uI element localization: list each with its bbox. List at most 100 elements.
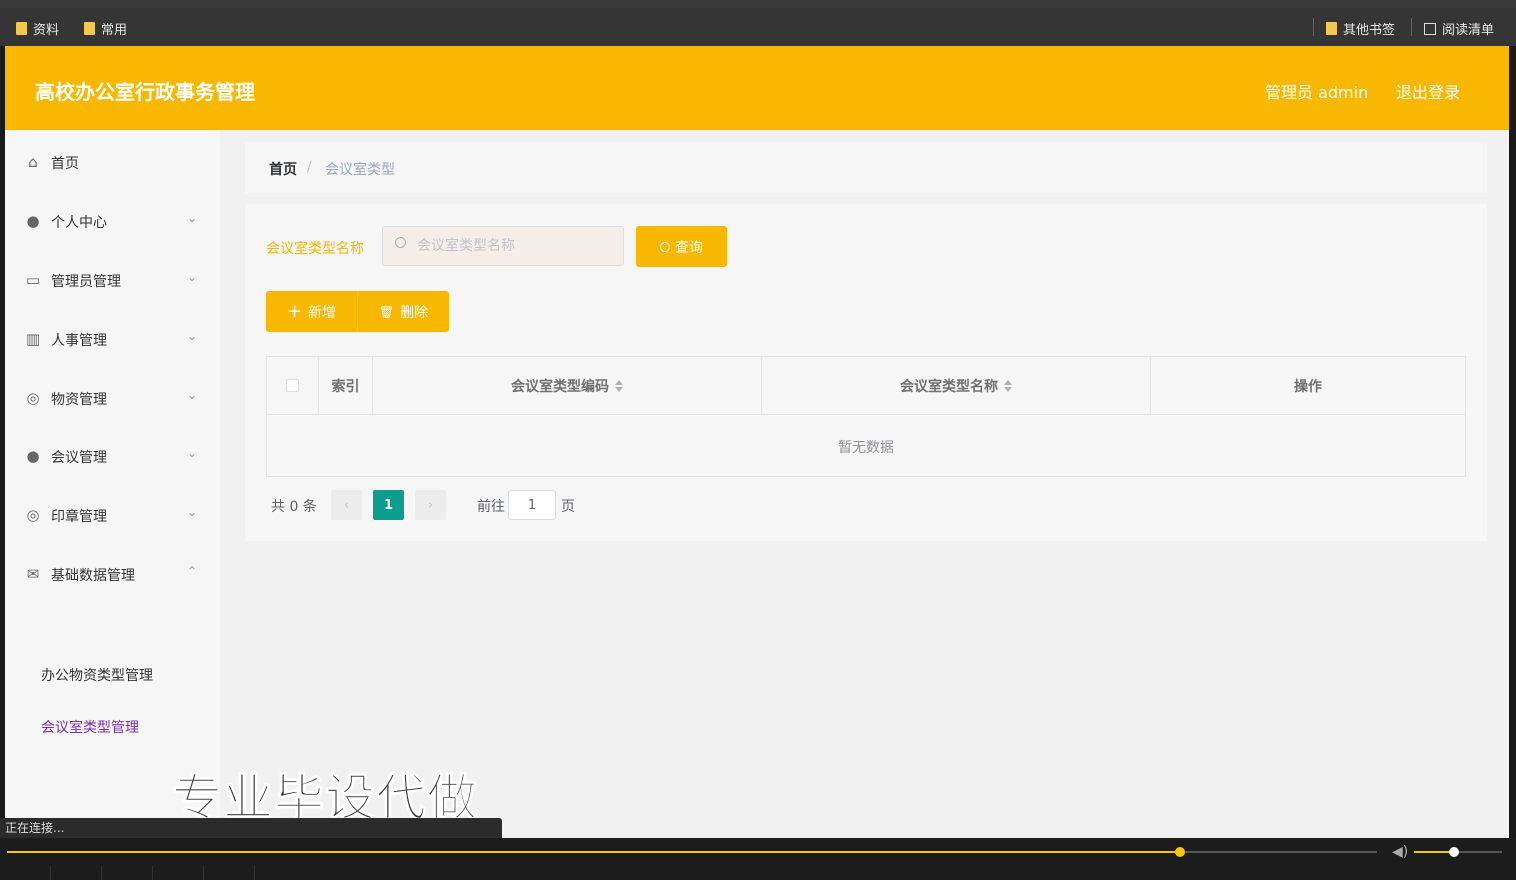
column-header-index: 索引 — [319, 357, 373, 414]
admin-label: 管理员 admin — [1265, 83, 1369, 102]
breadcrumb: 首页 / 会议室类型 — [245, 142, 1487, 193]
user-icon: ● — [26, 212, 40, 230]
trash-icon: 🗑 — [378, 304, 395, 319]
divider — [1411, 18, 1412, 36]
divider — [203, 866, 204, 880]
data-table: 索引 会议室类型编码 会议室类型名称 操作 暂无数据 — [266, 356, 1466, 477]
column-header-label: 会议室类型编码 — [511, 378, 609, 395]
other-bookmarks-label: 其他书签 — [1343, 23, 1396, 38]
breadcrumb-separator: / — [307, 159, 312, 175]
sidebar-item-label: 基础数据管理 — [51, 568, 135, 584]
goto-page-input[interactable] — [508, 490, 556, 520]
sidebar-item-hr-management[interactable]: ▥ 人事管理 ⌄ — [5, 319, 220, 359]
app-title: 高校办公室行政事务管理 — [35, 80, 255, 104]
column-header-label: 操作 — [1294, 378, 1322, 395]
prev-page-button[interactable]: ‹ — [331, 490, 362, 520]
logout-link[interactable]: 退出登录 — [1396, 79, 1460, 103]
volume-handle[interactable] — [1448, 847, 1459, 857]
search-icon — [395, 237, 406, 248]
search-label: 会议室类型名称 — [266, 241, 364, 257]
reading-list-icon — [1424, 22, 1436, 35]
query-button-label: 查询 — [675, 239, 703, 256]
search-icon — [660, 241, 670, 252]
reading-list-label: 阅读清单 — [1442, 23, 1495, 38]
chevron-down-icon: ⌄ — [187, 270, 198, 284]
column-header-code[interactable]: 会议室类型编码 — [373, 357, 762, 414]
empty-state-text: 暂无数据 — [838, 440, 894, 456]
sidebar-item-label: 人事管理 — [51, 333, 107, 349]
select-all-checkbox[interactable] — [286, 379, 299, 392]
divider — [101, 866, 102, 880]
progress-fill — [7, 851, 1180, 853]
delete-button-label: 删除 — [400, 304, 429, 321]
sidebar-item-meeting-management[interactable]: ● 会议管理 ⌄ — [5, 436, 220, 476]
breadcrumb-home[interactable]: 首页 — [269, 159, 297, 179]
page-unit-label: 页 — [561, 499, 575, 515]
progress-bar[interactable] — [7, 847, 1377, 857]
column-header-name[interactable]: 会议室类型名称 — [762, 357, 1151, 414]
bookmark-label: 资料 — [33, 23, 60, 38]
bookmark-label: 常用 — [101, 23, 128, 38]
goto-label: 前往 — [477, 499, 505, 515]
other-bookmarks[interactable]: 其他书签 — [1326, 19, 1395, 38]
breadcrumb-current: 会议室类型 — [325, 162, 395, 178]
volume-fill — [1414, 851, 1454, 853]
column-header-label: 索引 — [331, 378, 360, 395]
volume-slider[interactable] — [1414, 847, 1502, 857]
search-field[interactable] — [382, 226, 624, 266]
chevron-down-icon: ⌄ — [187, 505, 198, 519]
chevron-right-icon: › — [427, 497, 434, 513]
bookmark-folder[interactable]: 常用 — [84, 19, 127, 38]
sidebar-item-admin-management[interactable]: ▭ 管理员管理 ⌄ — [5, 260, 220, 300]
delete-button[interactable]: 🗑 删除 — [357, 291, 449, 332]
sidebar: ⌂ 首页 ● 个人中心 ⌄ ▭ 管理员管理 ⌄ ▥ 人事管理 ⌄ ◎ 物资管理 … — [5, 130, 220, 838]
folder-icon — [84, 22, 95, 35]
chevron-down-icon: ⌄ — [187, 211, 198, 225]
query-button[interactable]: 查询 — [636, 226, 727, 267]
next-page-button[interactable]: › — [415, 490, 446, 520]
main-content: 会议室类型名称 查询 + 新增 🗑 删除 索引 会议室类型编码 — [245, 204, 1487, 541]
page-number-button[interactable]: 1 — [373, 490, 404, 520]
books-icon: ▥ — [25, 330, 41, 348]
top-header: 高校办公室行政事务管理 管理员 admin 退出登录 — [5, 46, 1509, 130]
divider — [50, 866, 51, 880]
sidebar-item-label: 管理员管理 — [51, 274, 121, 290]
divider — [1313, 18, 1314, 36]
bookmark-folder[interactable]: 资料 — [16, 19, 59, 38]
gauge-icon: ◎ — [26, 506, 40, 524]
column-header-label: 会议室类型名称 — [900, 378, 998, 395]
search-input[interactable] — [413, 233, 621, 259]
sort-icon[interactable] — [1004, 379, 1012, 392]
reading-list[interactable]: 阅读清单 — [1424, 19, 1494, 38]
home-icon: ⌂ — [28, 153, 38, 171]
total-count: 共 0 条 — [271, 499, 317, 515]
sidebar-item-basic-data-management[interactable]: ✉ 基础数据管理 ⌃ — [5, 554, 220, 594]
chevron-left-icon: ‹ — [343, 497, 350, 513]
progress-handle[interactable] — [1174, 847, 1185, 857]
sidebar-item-seal-management[interactable]: ◎ 印章管理 ⌄ — [5, 495, 220, 535]
chevron-down-icon: ⌄ — [187, 388, 198, 402]
chevron-down-icon: ⌄ — [187, 329, 198, 343]
column-header-actions: 操作 — [1151, 357, 1465, 414]
web-page: 高校办公室行政事务管理 管理员 admin 退出登录 ⌂ 首页 ● 个人中心 ⌄… — [5, 46, 1509, 838]
sidebar-item-supplies-management[interactable]: ◎ 物资管理 ⌄ — [5, 378, 220, 418]
add-button[interactable]: + 新增 — [266, 291, 357, 332]
sidebar-item-label: 物资管理 — [51, 392, 107, 408]
plus-icon: + — [286, 300, 303, 322]
sidebar-subitem-office-supplies-type[interactable]: 办公物资类型管理 — [41, 665, 153, 685]
sidebar-item-label: 首页 — [51, 156, 79, 172]
sidebar-item-personal-center[interactable]: ● 个人中心 ⌄ — [5, 201, 220, 241]
id-card-icon: ▭ — [25, 271, 41, 289]
sort-icon[interactable] — [615, 379, 623, 392]
chevron-down-icon: ⌄ — [187, 446, 198, 460]
pagination: 共 0 条 ‹ 1 › 前往 页 — [266, 490, 866, 520]
divider — [152, 866, 153, 880]
sidebar-item-label: 个人中心 — [51, 215, 107, 231]
divider — [254, 866, 255, 880]
volume-icon[interactable]: ◀) — [1392, 844, 1408, 860]
sidebar-item-home[interactable]: ⌂ 首页 — [5, 142, 220, 182]
sidebar-subitem-meeting-room-type[interactable]: 会议室类型管理 — [41, 717, 139, 737]
video-player-controls: ◀) — [0, 838, 1516, 880]
folder-icon — [16, 22, 27, 35]
folder-icon — [1326, 22, 1337, 35]
